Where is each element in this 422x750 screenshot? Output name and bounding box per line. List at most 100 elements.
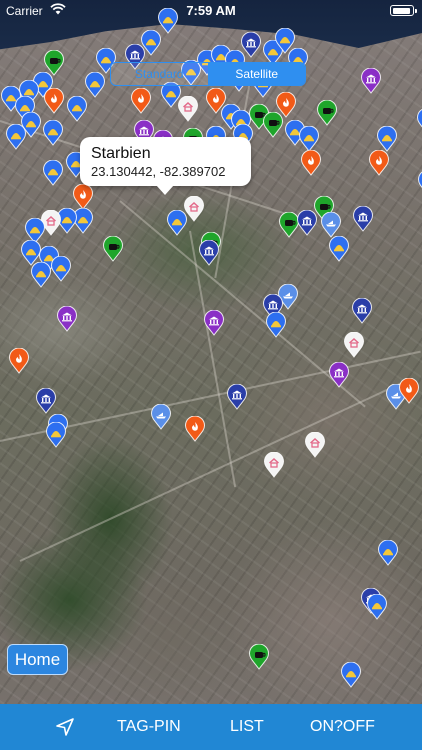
map-pin[interactable] (376, 126, 398, 152)
cup-icon (248, 644, 270, 670)
clock: 7:59 AM (186, 3, 236, 18)
flame-icon (184, 416, 206, 442)
map-pin[interactable] (398, 378, 420, 404)
museum-icon (352, 206, 374, 232)
dome-icon (66, 96, 88, 122)
dome-icon (376, 126, 398, 152)
map-pin[interactable] (42, 120, 64, 146)
map-pin[interactable] (226, 384, 248, 410)
dome-icon (30, 262, 52, 288)
flame-icon (368, 150, 390, 176)
dome-icon (366, 594, 388, 620)
map-pin[interactable] (102, 236, 124, 262)
map-pin[interactable] (130, 88, 152, 114)
map-pin[interactable] (184, 416, 206, 442)
dome-icon (377, 540, 399, 566)
dome-icon (50, 256, 72, 282)
map-pin[interactable] (360, 68, 382, 94)
road (189, 230, 237, 488)
on-off-button[interactable]: ON?OFF (310, 704, 375, 750)
map-type-satellite[interactable]: Satellite (207, 63, 305, 85)
map-pin[interactable] (56, 306, 78, 332)
map-pin[interactable] (45, 422, 67, 448)
map-pin[interactable] (72, 184, 94, 210)
house-icon (343, 332, 365, 358)
museum-icon (328, 362, 350, 388)
cup-icon (102, 236, 124, 262)
flame-icon (8, 348, 30, 374)
map-pin[interactable] (50, 256, 72, 282)
dome-icon (417, 171, 422, 189)
map-pin[interactable] (377, 540, 399, 566)
museum-icon (56, 306, 78, 332)
boat-icon (320, 212, 342, 238)
map-pin[interactable] (84, 72, 106, 98)
cup-icon (316, 100, 338, 126)
map-pin[interactable] (240, 32, 262, 58)
dome-icon (84, 72, 106, 98)
map-pin[interactable] (183, 196, 205, 222)
status-bar: Carrier 7:59 AM (0, 0, 422, 22)
map-pin[interactable] (5, 124, 27, 150)
map-pin[interactable] (366, 594, 388, 620)
map-pin[interactable] (351, 298, 373, 324)
list-button[interactable]: LIST (230, 704, 264, 750)
map-pin[interactable] (304, 432, 326, 458)
callout-coordinates: 23.130442, -82.389702 (91, 164, 226, 179)
map-pin[interactable] (320, 212, 342, 238)
house-icon (304, 432, 326, 458)
road (19, 382, 402, 562)
dome-icon (416, 108, 422, 128)
map-pin[interactable] (298, 126, 320, 152)
map-pin[interactable] (177, 96, 199, 122)
map-pin[interactable] (416, 108, 422, 134)
map-pin[interactable] (316, 100, 338, 126)
map-type-standard[interactable]: Standard (111, 63, 208, 85)
flame-icon (275, 92, 297, 118)
location-arrow-icon (56, 718, 74, 736)
map-pin[interactable] (340, 662, 362, 688)
pin-callout[interactable]: Starbien 23.130442, -82.389702 (80, 137, 251, 195)
dome-icon (265, 312, 287, 338)
dome-icon (298, 126, 320, 152)
flame-icon (72, 184, 94, 210)
map-pin[interactable] (417, 170, 422, 196)
house-icon (183, 196, 205, 222)
map-pin[interactable] (30, 262, 52, 288)
map-pin[interactable] (300, 150, 322, 176)
home-button[interactable]: Home (7, 644, 68, 675)
map-pin[interactable] (265, 312, 287, 338)
map-pin[interactable] (8, 348, 30, 374)
museum-icon (198, 240, 220, 266)
map-pin[interactable] (328, 362, 350, 388)
map-pin[interactable] (43, 88, 65, 114)
house-icon (177, 96, 199, 122)
map-pin[interactable] (275, 92, 297, 118)
map-pin[interactable] (35, 388, 57, 414)
museum-icon (240, 32, 262, 58)
battery-icon (390, 5, 417, 16)
bottom-toolbar: TAG-PIN LIST ON?OFF (0, 704, 422, 750)
map-pin[interactable] (343, 332, 365, 358)
map-type-segmented-control[interactable]: Standard Satellite (110, 62, 306, 86)
map-pin[interactable] (203, 310, 225, 336)
flame-icon (300, 150, 322, 176)
dome-icon (5, 124, 27, 150)
map-pin[interactable] (66, 96, 88, 122)
map-pin[interactable] (198, 240, 220, 266)
tag-pin-button[interactable]: TAG-PIN (117, 704, 181, 750)
map-pin[interactable] (328, 236, 350, 262)
map-pin[interactable] (42, 160, 64, 186)
map-pin[interactable] (263, 452, 285, 478)
map-pin[interactable] (352, 206, 374, 232)
location-arrow-button[interactable] (53, 704, 77, 750)
map-pin[interactable] (150, 404, 172, 430)
museum-icon (351, 298, 373, 324)
dome-icon (45, 422, 67, 448)
dome-icon (340, 662, 362, 688)
dome-icon (42, 160, 64, 186)
flame-icon (398, 378, 420, 404)
map-pin[interactable] (368, 150, 390, 176)
map-pin[interactable] (248, 644, 270, 670)
museum-icon (35, 388, 57, 414)
